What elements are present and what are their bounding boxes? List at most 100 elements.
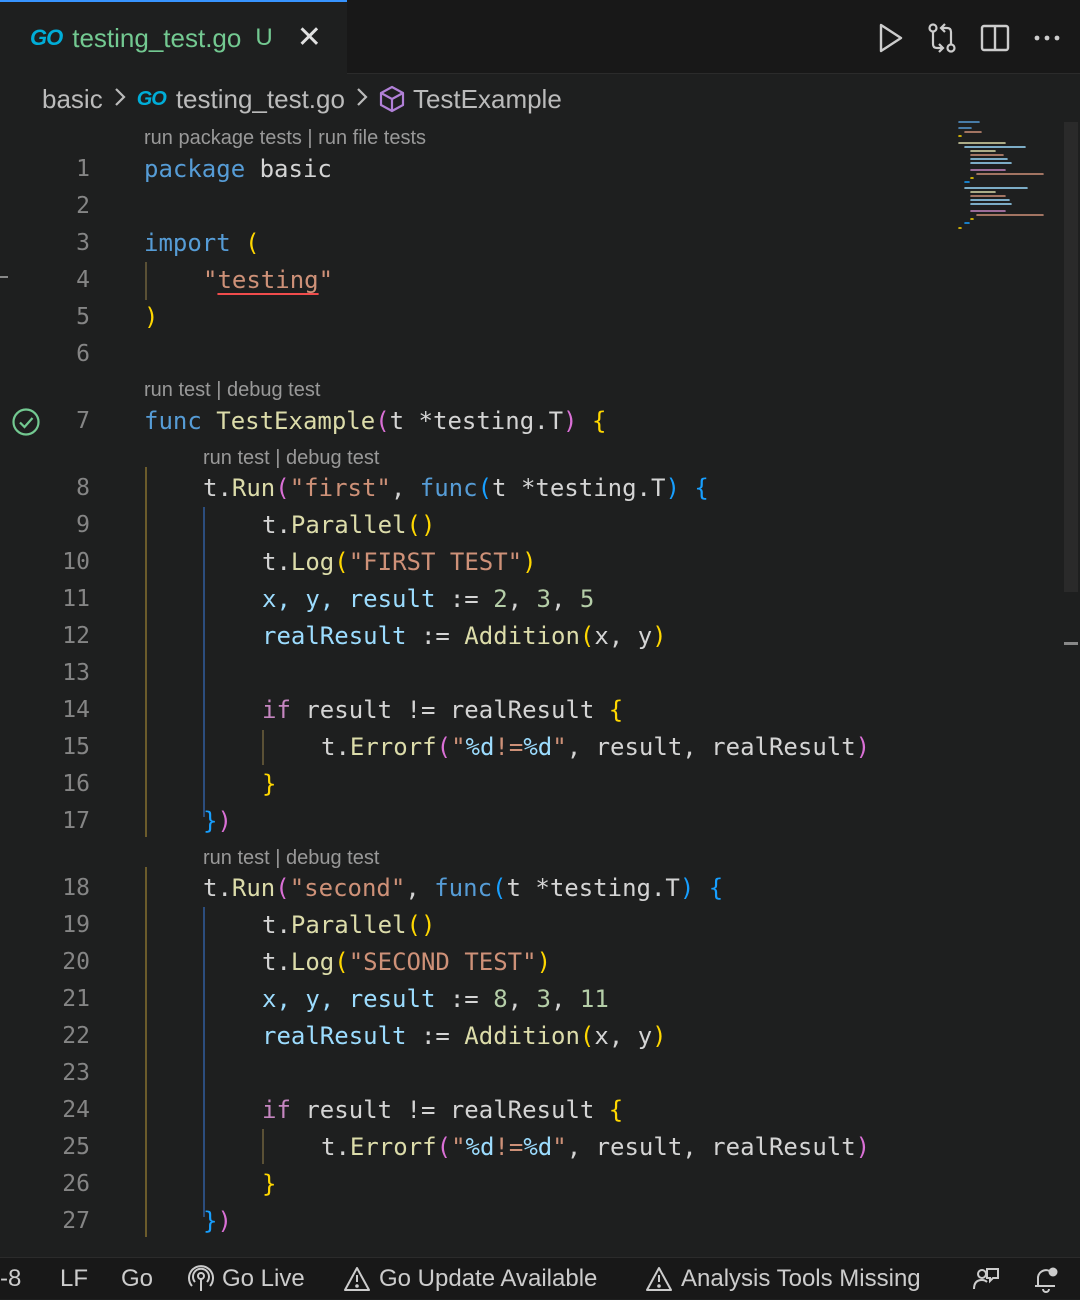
code-line: 3 import (	[0, 225, 1060, 262]
feedback-icon[interactable]	[972, 1258, 1000, 1300]
status-encoding-fragment[interactable]: -8	[0, 1258, 21, 1300]
breadcrumb-folder[interactable]: basic	[42, 84, 103, 115]
code-line: 21 x, y, result := 8, 3, 11	[0, 981, 1060, 1018]
code-line: 23	[0, 1055, 1060, 1092]
code-line: 4 "testing"	[0, 262, 1060, 299]
line-content: package basic	[144, 155, 332, 183]
line-content: x, y, result := 8, 3, 11	[262, 985, 609, 1013]
line-content: t.Parallel()	[262, 911, 436, 939]
go-file-icon: GO	[136, 87, 167, 110]
code-line: 13	[0, 655, 1060, 692]
line-content: t.Log("FIRST TEST")	[262, 548, 537, 576]
line-number: 23	[62, 1060, 90, 1086]
line-content: func TestExample(t *testing.T) {	[144, 407, 607, 435]
line-number: 25	[62, 1134, 90, 1160]
line-number: 11	[62, 586, 90, 612]
minimap[interactable]	[955, 118, 1050, 258]
warning-icon	[344, 1267, 370, 1291]
line-content: t.Errorf("%d!=%d", result, realResult)	[321, 733, 871, 761]
more-actions-icon[interactable]	[1032, 23, 1062, 53]
line-number: 5	[76, 304, 90, 330]
line-number: 14	[62, 697, 90, 723]
tab-testing-test-go[interactable]: GO testing_test.go U ✕	[0, 0, 347, 74]
vertical-scrollbar[interactable]	[1064, 122, 1078, 592]
compare-changes-icon[interactable]	[926, 22, 958, 54]
line-number: 16	[62, 771, 90, 797]
line-content: }	[262, 1170, 277, 1198]
line-number: 19	[62, 912, 90, 938]
line-content: t.Log("SECOND TEST")	[262, 948, 552, 976]
code-line: 9 t.Parallel()	[0, 507, 1060, 544]
code-line: 12 realResult := Addition(x, y)	[0, 618, 1060, 655]
scrollbar-cursor-marker	[1064, 642, 1078, 645]
status-language[interactable]: Go	[121, 1258, 153, 1300]
import-error-squiggle: testing	[217, 266, 319, 294]
analysis-tools-label: Analysis Tools Missing	[681, 1265, 921, 1292]
code-line: 10 t.Log("FIRST TEST")	[0, 544, 1060, 581]
codelens-test[interactable]: run test | debug test	[203, 846, 379, 870]
codelens-test[interactable]: run test | debug test	[203, 446, 379, 470]
breadcrumb-file[interactable]: testing_test.go	[176, 84, 345, 115]
line-number: 9	[76, 512, 90, 538]
line-content: }	[262, 770, 277, 798]
line-number: 2	[76, 193, 90, 219]
line-number: 3	[76, 230, 90, 256]
line-number: 10	[62, 549, 90, 575]
breadcrumb: basic GO testing_test.go TestExample	[42, 78, 562, 120]
line-content: t.Parallel()	[262, 511, 436, 539]
code-line: 5 )	[0, 299, 1060, 336]
codelens-test[interactable]: run test | debug test	[144, 378, 320, 402]
code-line: 25 t.Errorf("%d!=%d", result, realResult…	[0, 1129, 1060, 1166]
code-line: 7 func TestExample(t *testing.T) {	[0, 403, 1060, 440]
chevron-right-icon	[113, 84, 127, 115]
line-content: x, y, result := 2, 3, 5	[262, 585, 595, 613]
codelens-package[interactable]: run package tests | run file tests	[144, 126, 426, 150]
line-number: 12	[62, 623, 90, 649]
symbol-method-icon	[379, 85, 405, 113]
status-eol[interactable]: LF	[60, 1258, 88, 1300]
status-analysis-tools[interactable]: Analysis Tools Missing	[645, 1258, 921, 1300]
line-content: if result != realResult {	[262, 1096, 624, 1124]
chevron-right-icon	[355, 84, 369, 115]
go-update-label: Go Update Available	[379, 1265, 598, 1292]
editor-actions	[878, 18, 1062, 58]
line-number: 13	[62, 660, 90, 686]
line-number: 22	[62, 1023, 90, 1049]
code-line: 1 package basic	[0, 151, 1060, 188]
line-number: 4	[76, 267, 90, 293]
go-file-icon: GO	[30, 25, 63, 50]
code-line: 14 if result != realResult {	[0, 692, 1060, 729]
close-icon[interactable]: ✕	[297, 23, 322, 53]
split-editor-icon[interactable]	[980, 23, 1010, 53]
line-content: "testing"	[203, 266, 334, 294]
status-go-live[interactable]: Go Live	[188, 1258, 305, 1300]
code-line: 24 if result != realResult {	[0, 1092, 1060, 1129]
code-line: 16 }	[0, 766, 1060, 803]
line-number: 15	[62, 734, 90, 760]
line-content: t.Run("first", func(t *testing.T) {	[203, 474, 709, 502]
warning-icon	[646, 1267, 672, 1291]
notifications-bell-icon[interactable]	[1032, 1258, 1060, 1300]
go-live-label: Go Live	[222, 1265, 305, 1292]
line-number: 8	[76, 475, 90, 501]
code-line: 22 realResult := Addition(x, y)	[0, 1018, 1060, 1055]
code-editor[interactable]: run package tests | run file tests 1 pac…	[0, 122, 1080, 1257]
tab-label: testing_test.go	[72, 22, 242, 53]
line-number: 17	[62, 808, 90, 834]
code-line: 20 t.Log("SECOND TEST")	[0, 944, 1060, 981]
line-number: 20	[62, 949, 90, 975]
code-line: 2	[0, 188, 1060, 225]
line-number: 18	[62, 875, 90, 901]
line-number: 26	[62, 1171, 90, 1197]
line-content: import (	[144, 229, 260, 257]
code-line: 6	[0, 336, 1060, 373]
code-line: 27 })	[0, 1203, 1060, 1240]
line-number: 21	[62, 986, 90, 1012]
line-content: realResult := Addition(x, y)	[262, 622, 667, 650]
gutter-marker	[0, 276, 8, 278]
line-content: })	[203, 1207, 232, 1235]
run-icon[interactable]	[878, 23, 904, 53]
status-bar: -8 LF Go Go Live Go Update Available Ana…	[0, 1257, 1080, 1299]
breadcrumb-symbol[interactable]: TestExample	[379, 84, 562, 115]
status-go-update[interactable]: Go Update Available	[343, 1258, 597, 1300]
